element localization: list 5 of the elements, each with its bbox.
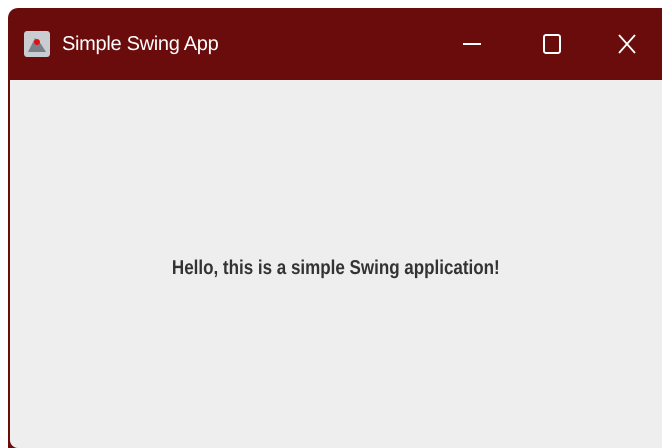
greeting-label: Hello, this is a simple Swing application! — [172, 256, 500, 281]
maximize-icon — [543, 34, 561, 54]
minimize-icon — [463, 43, 481, 45]
window-title: Simple Swing App — [62, 32, 218, 57]
close-icon — [618, 34, 636, 54]
